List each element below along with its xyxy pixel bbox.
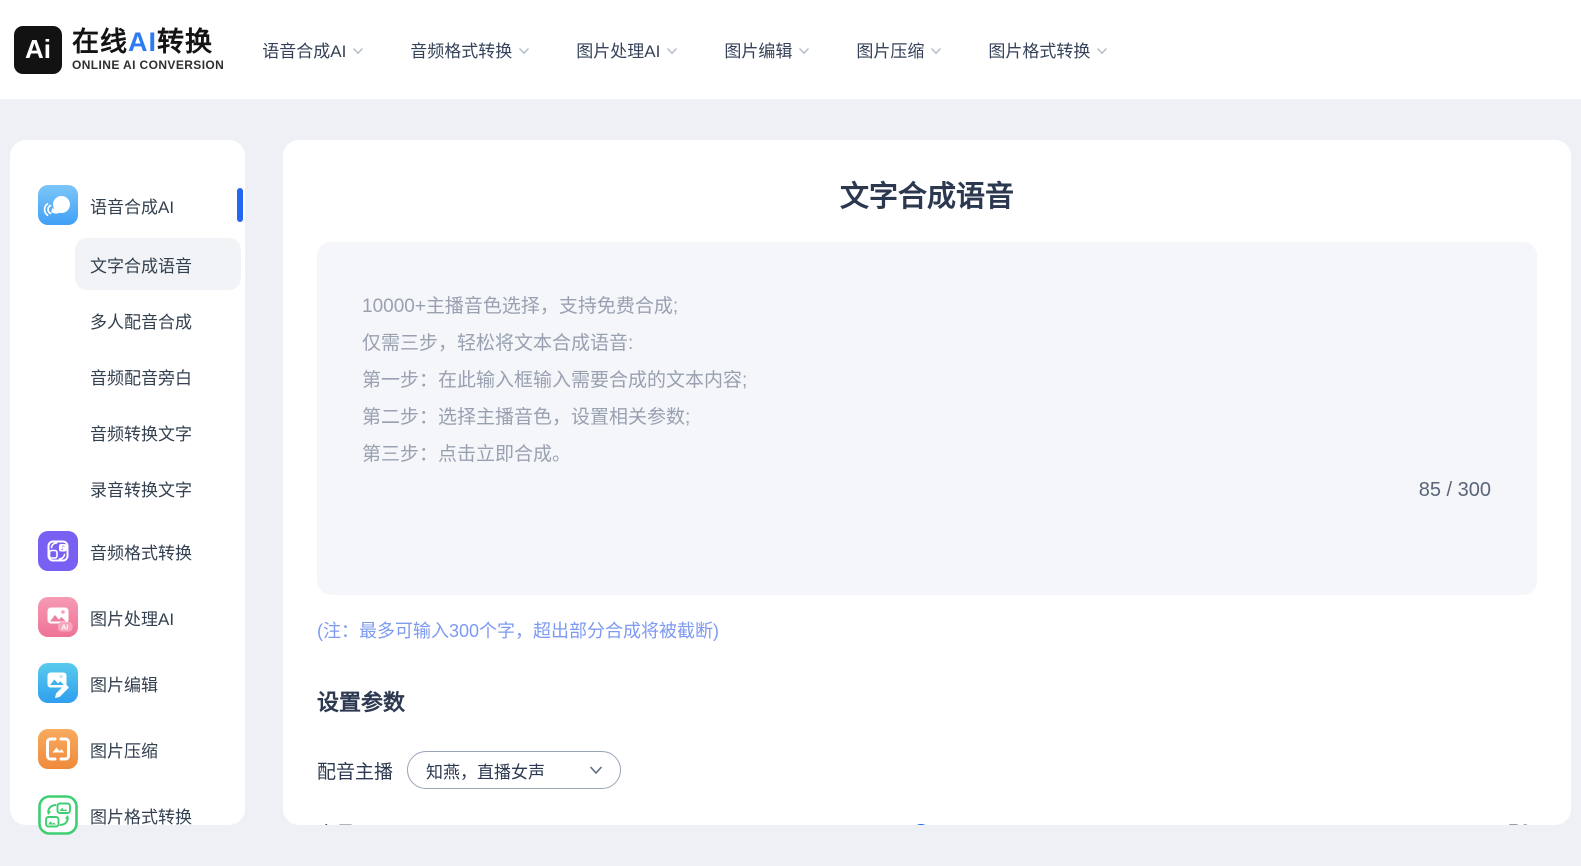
sidebar-item-audio-dubbing-narration[interactable]: 音频配音旁白 <box>75 350 241 402</box>
volume-value: 50 <box>1499 821 1531 826</box>
voice-select[interactable]: 知燕，直播女声 <box>407 751 621 789</box>
chevron-down-icon <box>588 762 604 778</box>
sidebar-item-audio-format-conversion[interactable]: ♪ 音频格式转换 <box>10 518 245 584</box>
sidebar-group-label: 语音合成AI <box>90 193 174 218</box>
nav-item-audio-format-conversion[interactable]: 音频格式转换 <box>410 37 530 62</box>
sidebar-item-image-compress[interactable]: 图片压缩 <box>10 716 245 782</box>
sidebar-item-voice-synthesis-ai[interactable]: 语音合成AI <box>10 172 245 238</box>
chevron-down-icon <box>798 45 810 57</box>
main-panel: 文字合成语音 10000+主播音色选择，支持免费合成; 仅需三步，轻松将文本合成… <box>283 140 1571 825</box>
active-indicator <box>237 188 243 222</box>
chevron-down-icon <box>352 45 364 57</box>
settings-heading: 设置参数 <box>317 685 1537 717</box>
sidebar-item-recording-to-text[interactable]: 录音转换文字 <box>75 462 241 514</box>
sidebar-child-label: 多人配音合成 <box>90 308 192 333</box>
brand-title-suffix: 转换 <box>157 27 213 57</box>
chevron-down-icon <box>518 45 530 57</box>
nav-item-label: 图片处理AI <box>576 37 660 62</box>
sidebar-group-label: 图片压缩 <box>90 737 158 762</box>
input-note: (注：最多可输入300个字，超出部分合成将被截断) <box>317 617 1537 643</box>
svg-text:AI: AI <box>61 624 68 631</box>
placeholder-line: 第一步：在此输入框输入需要合成的文本内容; <box>362 362 1492 399</box>
sidebar-child-label: 录音转换文字 <box>90 476 192 501</box>
sidebar-item-image-edit[interactable]: 图片编辑 <box>10 650 245 716</box>
brand-title: 在线AI转换 <box>72 27 224 57</box>
sidebar-child-label: 音频配音旁白 <box>90 364 192 389</box>
logo-badge-text: Ai <box>25 34 51 65</box>
audio-format-icon: ♪ <box>38 531 78 571</box>
main-nav: 语音合成AI 音频格式转换 图片处理AI 图片编辑 图片压缩 图片格式转换 <box>262 37 1108 62</box>
nav-item-image-edit[interactable]: 图片编辑 <box>724 37 810 62</box>
sidebar-group-label: 音频格式转换 <box>90 539 192 564</box>
sidebar: 语音合成AI 文字合成语音 多人配音合成 音频配音旁白 音频转换文字 录音转换文… <box>10 140 245 825</box>
placeholder-line: 第二步：选择主播音色，设置相关参数; <box>362 399 1492 436</box>
nav-item-image-compress[interactable]: 图片压缩 <box>856 37 942 62</box>
page-body: 语音合成AI 文字合成语音 多人配音合成 音频配音旁白 音频转换文字 录音转换文… <box>0 99 1581 825</box>
page-title: 文字合成语音 <box>317 176 1537 218</box>
voice-synthesis-icon <box>38 185 78 225</box>
svg-text:♪: ♪ <box>61 544 65 552</box>
text-input-area[interactable]: 10000+主播音色选择，支持免费合成; 仅需三步，轻松将文本合成语音: 第一步… <box>317 242 1537 595</box>
image-compress-icon <box>38 729 78 769</box>
textarea-placeholder: 10000+主播音色选择，支持免费合成; 仅需三步，轻松将文本合成语音: 第一步… <box>362 288 1492 473</box>
brand-title-accent: AI <box>128 27 157 57</box>
volume-label: 音量 <box>317 819 355 825</box>
sidebar-child-label: 文字合成语音 <box>90 252 192 277</box>
image-ai-icon: AI <box>38 597 78 637</box>
nav-item-label: 图片编辑 <box>724 37 792 62</box>
chevron-down-icon <box>666 45 678 57</box>
chevron-down-icon <box>930 45 942 57</box>
nav-item-image-processing-ai[interactable]: 图片处理AI <box>576 37 678 62</box>
image-edit-icon <box>38 663 78 703</box>
sidebar-item-multi-voice-dubbing[interactable]: 多人配音合成 <box>75 294 241 346</box>
brand-title-prefix: 在线 <box>72 27 128 57</box>
sidebar-item-text-to-speech[interactable]: 文字合成语音 <box>75 238 241 290</box>
brand-text: 在线AI转换 ONLINE AI CONVERSION <box>72 27 224 72</box>
sidebar-child-label: 音频转换文字 <box>90 420 192 445</box>
placeholder-line: 仅需三步，轻松将文本合成语音: <box>362 325 1492 362</box>
brand-logo-badge: Ai <box>14 26 62 74</box>
char-counter: 85 / 300 <box>1419 479 1491 502</box>
sidebar-item-image-processing-ai[interactable]: AI 图片处理AI <box>10 584 245 650</box>
placeholder-line: 10000+主播音色选择，支持免费合成; <box>362 288 1492 325</box>
brand-subtitle: ONLINE AI CONVERSION <box>72 58 224 72</box>
nav-item-label: 语音合成AI <box>262 37 346 62</box>
sidebar-group-label: 图片格式转换 <box>90 803 192 828</box>
nav-item-voice-synthesis-ai[interactable]: 语音合成AI <box>262 37 364 62</box>
volume-row: 音量 50 <box>317 819 1537 825</box>
nav-item-label: 图片压缩 <box>856 37 924 62</box>
chevron-down-icon <box>1096 45 1108 57</box>
image-format-icon <box>38 795 78 835</box>
voice-anchor-label: 配音主播 <box>317 757 393 784</box>
nav-item-image-format-conversion[interactable]: 图片格式转换 <box>988 37 1108 62</box>
nav-item-label: 图片格式转换 <box>988 37 1090 62</box>
placeholder-line: 第三步：点击立即合成。 <box>362 436 1492 473</box>
nav-item-label: 音频格式转换 <box>410 37 512 62</box>
sidebar-group-label: 图片处理AI <box>90 605 174 630</box>
volume-slider-thumb[interactable] <box>912 824 930 826</box>
voice-select-value: 知燕，直播女声 <box>426 758 545 783</box>
top-header: Ai 在线AI转换 ONLINE AI CONVERSION 语音合成AI 音频… <box>0 0 1581 99</box>
voice-anchor-row: 配音主播 知燕，直播女声 <box>317 751 1537 789</box>
sidebar-item-image-format-conversion[interactable]: 图片格式转换 <box>10 782 245 848</box>
sidebar-group-label: 图片编辑 <box>90 671 158 696</box>
brand-logo[interactable]: Ai 在线AI转换 ONLINE AI CONVERSION <box>14 26 224 74</box>
sidebar-item-audio-to-text[interactable]: 音频转换文字 <box>75 406 241 458</box>
